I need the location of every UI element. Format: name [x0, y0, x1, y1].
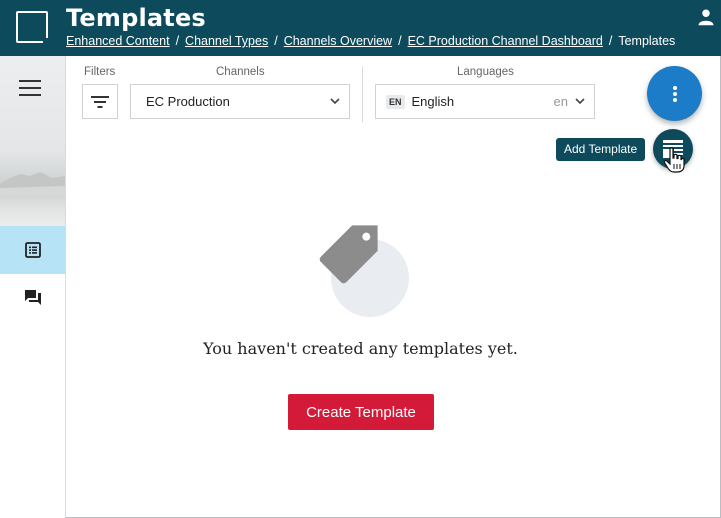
hand-cursor-icon [663, 147, 685, 173]
empty-state-illustration [319, 225, 409, 317]
filter-button[interactable] [82, 84, 118, 119]
user-icon[interactable] [697, 8, 715, 26]
chevron-down-icon [330, 98, 340, 105]
breadcrumb-separator: / [175, 34, 180, 48]
create-template-button[interactable]: Create Template [288, 394, 434, 430]
breadcrumb-separator: / [608, 34, 613, 48]
filter-divider [362, 66, 363, 122]
sidebar-item-messages[interactable] [0, 274, 65, 322]
add-template-tooltip: Add Template [556, 138, 646, 161]
list-document-icon [24, 242, 41, 258]
breadcrumb-link-channels-overview[interactable]: Channels Overview [284, 34, 392, 48]
language-badge: EN [386, 94, 405, 109]
sidebar-item-templates[interactable] [0, 226, 65, 274]
breadcrumb-current: Templates [618, 34, 676, 48]
mountain-image [0, 172, 65, 196]
channels-label: Channels [216, 66, 265, 78]
more-actions-button[interactable] [647, 66, 702, 121]
breadcrumb-link-channel-dashboard[interactable]: EC Production Channel Dashboard [408, 34, 603, 48]
chevron-down-icon [575, 98, 585, 105]
filter-icon [91, 95, 109, 108]
channels-select[interactable]: EC Production [130, 84, 350, 119]
language-selected-value: English [411, 94, 455, 109]
chat-icon [24, 290, 41, 305]
breadcrumb-separator: / [398, 34, 402, 48]
languages-select[interactable]: EN English en [375, 84, 595, 119]
app-logo[interactable] [16, 11, 49, 44]
filters-label: Filters [84, 66, 116, 78]
hamburger-menu-icon[interactable] [19, 80, 41, 96]
language-code: en [553, 94, 568, 109]
breadcrumb: Enhanced Content / Channel Types / Channels … [66, 34, 675, 48]
sidebar [0, 56, 66, 518]
app-header: Templates Enhanced Content / Channel Types… [0, 0, 721, 56]
channels-selected-value: EC Production [146, 94, 230, 109]
languages-label: Languages [457, 66, 514, 78]
empty-state-message: You haven't created any templates yet. [203, 339, 518, 358]
more-vertical-icon [672, 85, 677, 102]
page-title: Templates [66, 4, 206, 32]
breadcrumb-link-channel-types[interactable]: Channel Types [185, 34, 268, 48]
breadcrumb-link-enhanced-content[interactable]: Enhanced Content [66, 34, 170, 48]
breadcrumb-separator: / [274, 34, 278, 48]
